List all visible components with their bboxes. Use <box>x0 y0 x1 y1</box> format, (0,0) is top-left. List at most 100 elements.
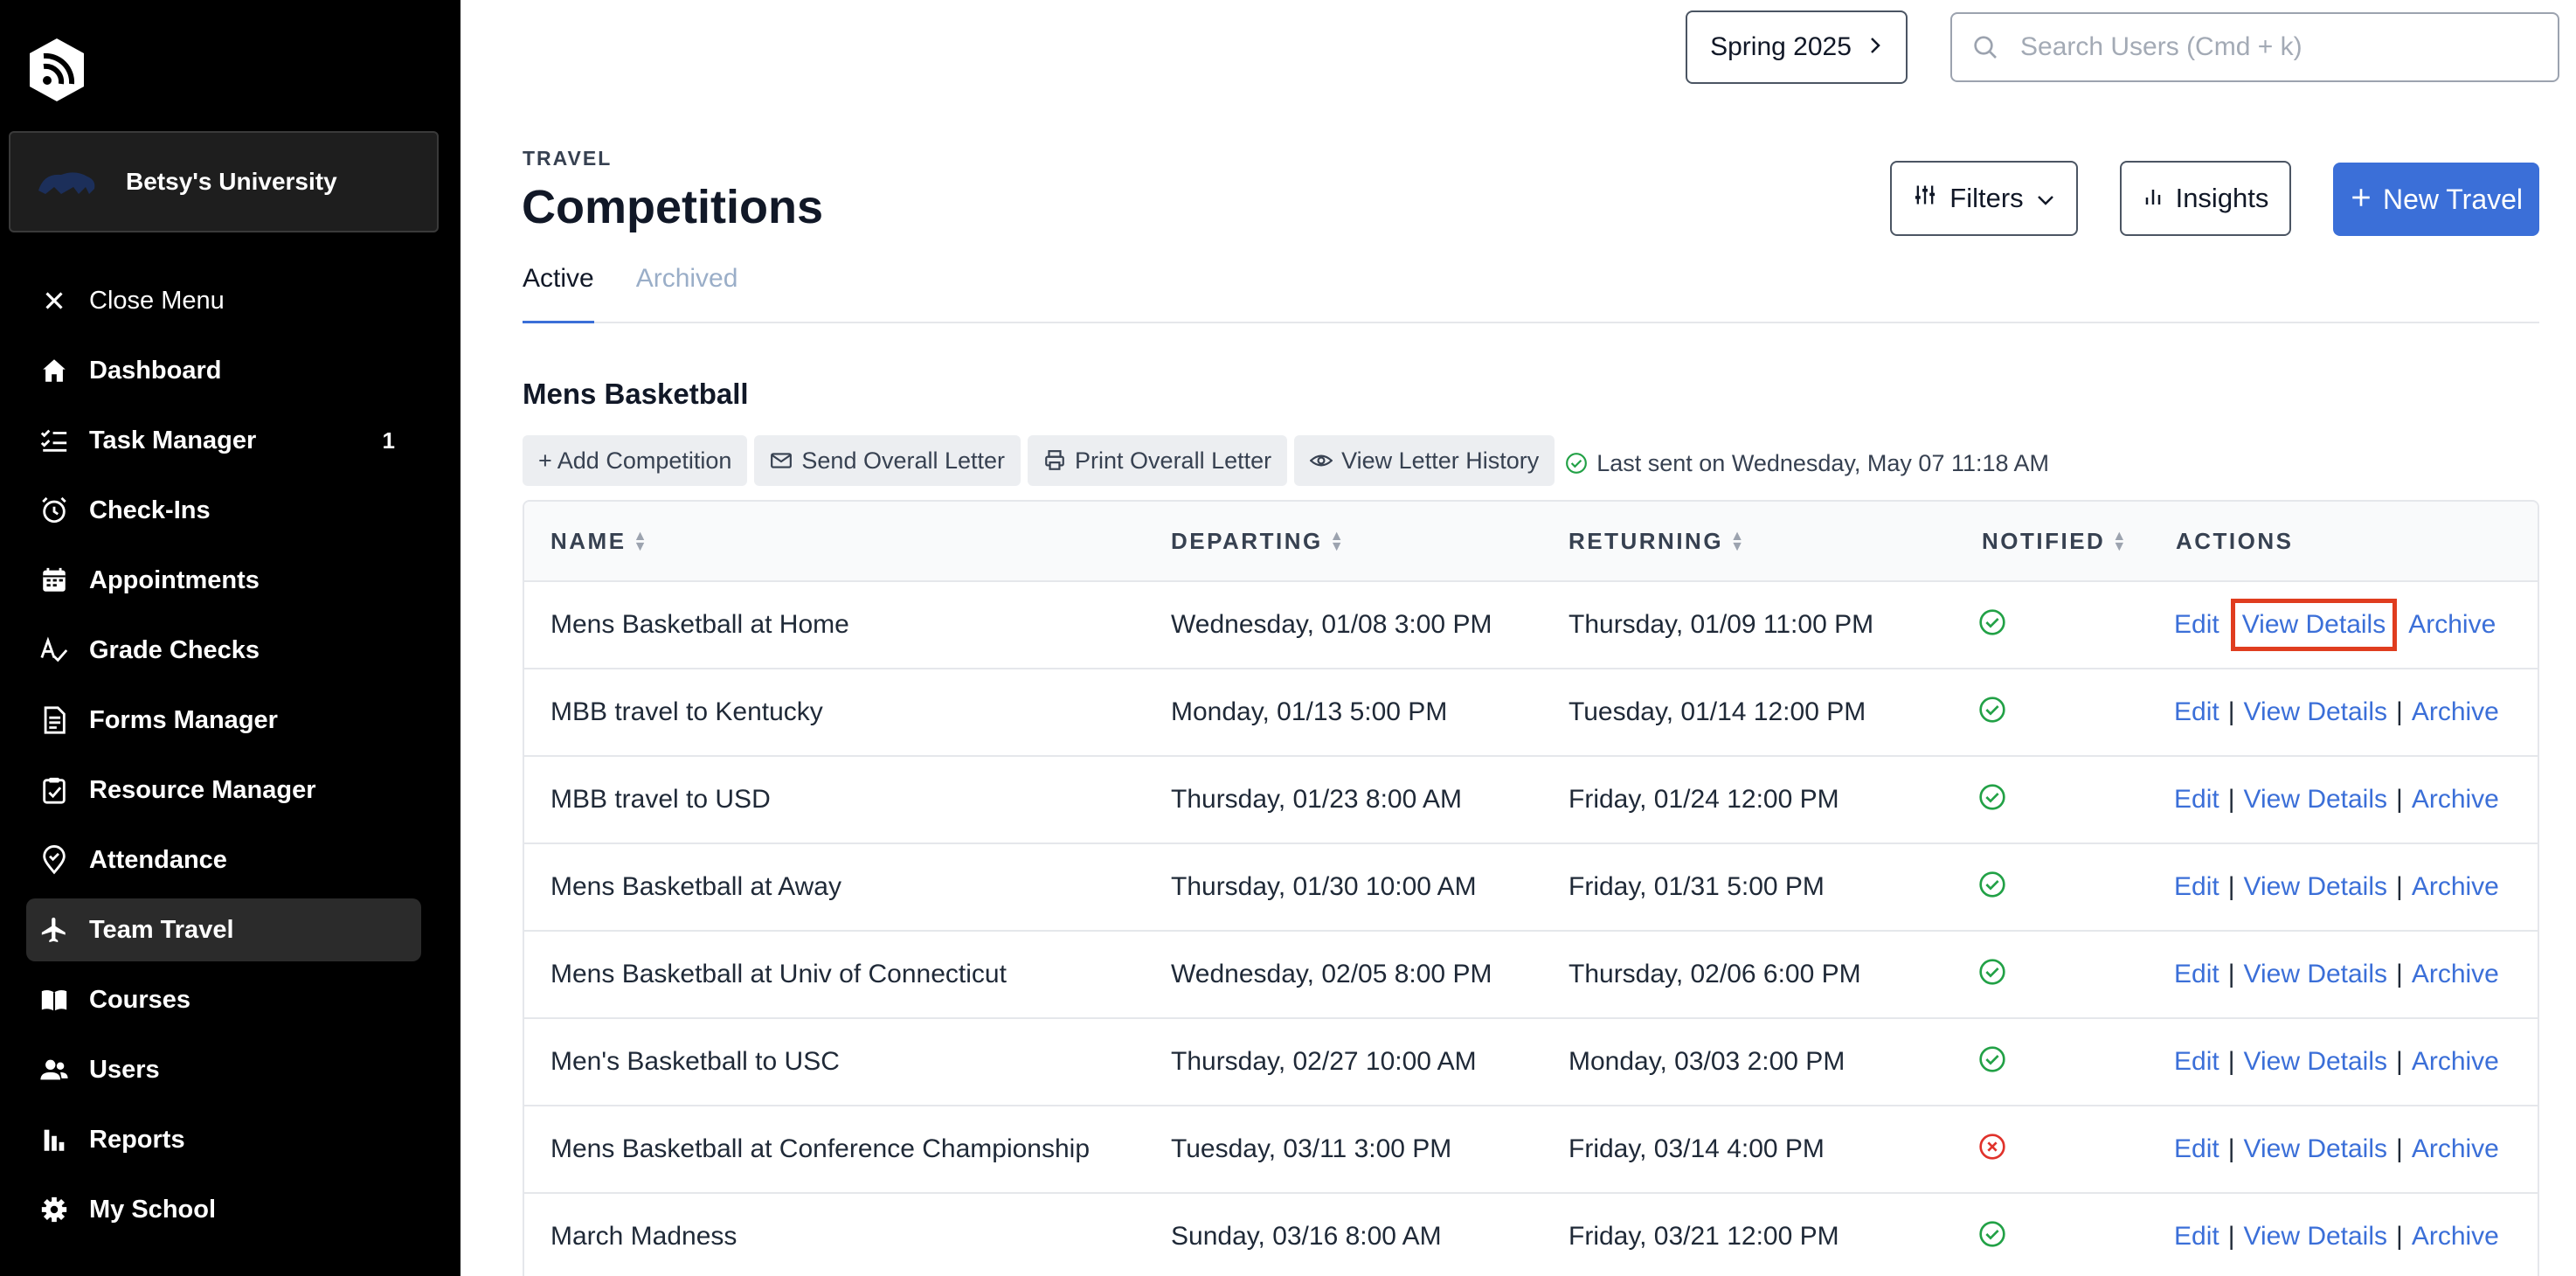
view-details-link[interactable]: View Details <box>2244 697 2388 727</box>
view-details-link[interactable]: View Details <box>2244 1047 2388 1077</box>
page-title: Competitions <box>522 181 823 233</box>
column-label: RETURNING <box>1568 528 1724 554</box>
check-circle-icon <box>1978 958 2006 993</box>
tab-active[interactable]: Active <box>523 259 594 323</box>
print-letter-label: Print Overall Letter <box>1075 447 1272 474</box>
cell-name: March Madness <box>551 1222 737 1251</box>
view-details-link[interactable]: View Details <box>2244 872 2388 902</box>
edit-link[interactable]: Edit <box>2174 960 2219 989</box>
action-separator: | <box>2227 960 2235 988</box>
check-circle-icon <box>1978 1220 2006 1255</box>
insights-label: Insights <box>2175 183 2269 213</box>
user-search[interactable] <box>1950 12 2559 82</box>
calendar-icon <box>38 565 70 596</box>
competitions-table: NAME ▲ ▼ DEPARTING ▲ ▼ RETURNING ▲ ▼ NOTIFIED ▲… <box>523 500 2539 1276</box>
view-letter-history-button[interactable]: View Letter History <box>1294 435 1555 486</box>
sidebar-item-label: Reports <box>89 1125 185 1154</box>
org-mascot-icon <box>38 172 95 194</box>
action-separator: | <box>2227 1222 2235 1251</box>
view-details-link[interactable]: View Details <box>2230 599 2398 651</box>
archive-link[interactable]: Archive <box>2412 960 2499 989</box>
sidebar-item-attendance[interactable]: Attendance <box>26 829 421 891</box>
filters-button[interactable]: Filters <box>1890 161 2078 236</box>
org-switcher[interactable]: Betsy's University <box>9 131 439 232</box>
check-circle-icon <box>1978 696 2006 731</box>
new-travel-button[interactable]: New Travel <box>2333 163 2539 236</box>
app-logo[interactable] <box>28 37 86 103</box>
archive-link[interactable]: Archive <box>2408 610 2496 640</box>
add-competition-label: + Add Competition <box>538 447 732 474</box>
sidebar-item-reports[interactable]: Reports <box>26 1108 421 1171</box>
sidebar-item-appointments[interactable]: Appointments <box>26 549 421 612</box>
sidebar-item-close-menu[interactable]: Close Menu <box>26 269 421 332</box>
checklist-icon <box>38 425 70 456</box>
column-header-name[interactable]: NAME ▲ ▼ <box>551 528 649 555</box>
archive-link[interactable]: Archive <box>2412 1047 2499 1077</box>
sort-icon: ▲ ▼ <box>633 529 649 554</box>
term-selector-button[interactable]: Spring 2025 <box>1686 10 1908 84</box>
view-details-link[interactable]: View Details <box>2244 1222 2388 1252</box>
column-header-returning[interactable]: RETURNING ▲ ▼ <box>1568 528 1746 555</box>
view-details-link[interactable]: View Details <box>2244 960 2388 989</box>
edit-link[interactable]: Edit <box>2174 697 2219 727</box>
edit-link[interactable]: Edit <box>2174 610 2219 640</box>
cell-actions: Edit | View Details | Archive <box>2174 1047 2499 1077</box>
cell-name: Mens Basketball at Away <box>551 872 841 901</box>
status-tabs: Active Archived <box>523 259 2539 323</box>
org-name: Betsy's University <box>126 168 337 195</box>
edit-link[interactable]: Edit <box>2174 1222 2219 1252</box>
cell-actions: Edit | View Details | Archive <box>2174 785 2499 815</box>
sidebar-item-check-ins[interactable]: Check-Ins <box>26 479 421 542</box>
sidebar-item-label: Courses <box>89 985 191 1014</box>
table-row: MBB travel to USD Thursday, 01/23 8:00 AM… <box>524 757 2538 844</box>
edit-link[interactable]: Edit <box>2174 785 2219 815</box>
cell-returning: Friday, 03/14 4:00 PM <box>1568 1134 1825 1163</box>
airplane-icon <box>38 914 70 946</box>
archive-link[interactable]: Archive <box>2412 697 2499 727</box>
search-input[interactable] <box>2020 32 2545 62</box>
view-details-link[interactable]: View Details <box>2244 1134 2388 1164</box>
sidebar-item-team-travel[interactable]: Team Travel <box>26 898 421 961</box>
sidebar-item-grade-checks[interactable]: Grade Checks <box>26 619 421 682</box>
column-header-notified[interactable]: NOTIFIED ▲ ▼ <box>1982 528 2129 555</box>
archive-link[interactable]: Archive <box>2412 785 2499 815</box>
sidebar-item-my-school[interactable]: My School <box>26 1178 421 1241</box>
cell-departing: Tuesday, 03/11 3:00 PM <box>1171 1134 1452 1163</box>
action-separator: | <box>2227 1047 2235 1076</box>
edit-link[interactable]: Edit <box>2174 1134 2219 1164</box>
edit-link[interactable]: Edit <box>2174 1047 2219 1077</box>
sidebar-item-forms-manager[interactable]: Forms Manager <box>26 689 421 752</box>
archive-link[interactable]: Archive <box>2412 1134 2499 1164</box>
cell-departing: Thursday, 01/30 10:00 AM <box>1171 872 1477 901</box>
action-separator: | <box>2227 1134 2235 1163</box>
table-header: NAME ▲ ▼ DEPARTING ▲ ▼ RETURNING ▲ ▼ NOTIFIED ▲… <box>524 502 2538 582</box>
print-letter-button[interactable]: Print Overall Letter <box>1028 435 1288 486</box>
archive-link[interactable]: Archive <box>2412 872 2499 902</box>
add-competition-button[interactable]: + Add Competition <box>523 435 748 486</box>
cell-name: Men's Basketball to USC <box>551 1047 840 1076</box>
cell-actions: Edit | View Details | Archive <box>2174 872 2499 902</box>
sidebar-item-users[interactable]: Users <box>26 1038 421 1101</box>
sidebar-item-label: Close Menu <box>89 286 225 315</box>
sidebar-item-label: Resource Manager <box>89 775 316 804</box>
sort-icon: ▲ ▼ <box>2112 529 2129 554</box>
view-details-link[interactable]: View Details <box>2244 785 2388 815</box>
table-row: Mens Basketball at Away Thursday, 01/30 1… <box>524 844 2538 932</box>
tab-archived[interactable]: Archived <box>636 259 738 323</box>
sidebar-item-resource-manager[interactable]: Resource Manager <box>26 759 421 822</box>
column-header-departing[interactable]: DEPARTING ▲ ▼ <box>1171 528 1346 555</box>
sidebar-item-courses[interactable]: Courses <box>26 968 421 1031</box>
sidebar-item-task-manager[interactable]: Task Manager 1 <box>26 409 421 472</box>
gear-icon <box>38 1194 70 1225</box>
edit-link[interactable]: Edit <box>2174 872 2219 902</box>
action-separator: | <box>2396 1134 2403 1163</box>
insights-button[interactable]: Insights <box>2120 161 2291 236</box>
send-letter-button[interactable]: Send Overall Letter <box>754 435 1021 486</box>
sidebar-item-label: Users <box>89 1055 160 1084</box>
archive-link[interactable]: Archive <box>2412 1222 2499 1252</box>
cell-departing: Thursday, 01/23 8:00 AM <box>1171 785 1462 814</box>
column-label: ACTIONS <box>2176 528 2294 554</box>
cell-actions: Edit View Details Archive <box>2174 599 2496 651</box>
sidebar-item-dashboard[interactable]: Dashboard <box>26 339 421 402</box>
cell-name: Mens Basketball at Univ of Connecticut <box>551 960 1007 988</box>
